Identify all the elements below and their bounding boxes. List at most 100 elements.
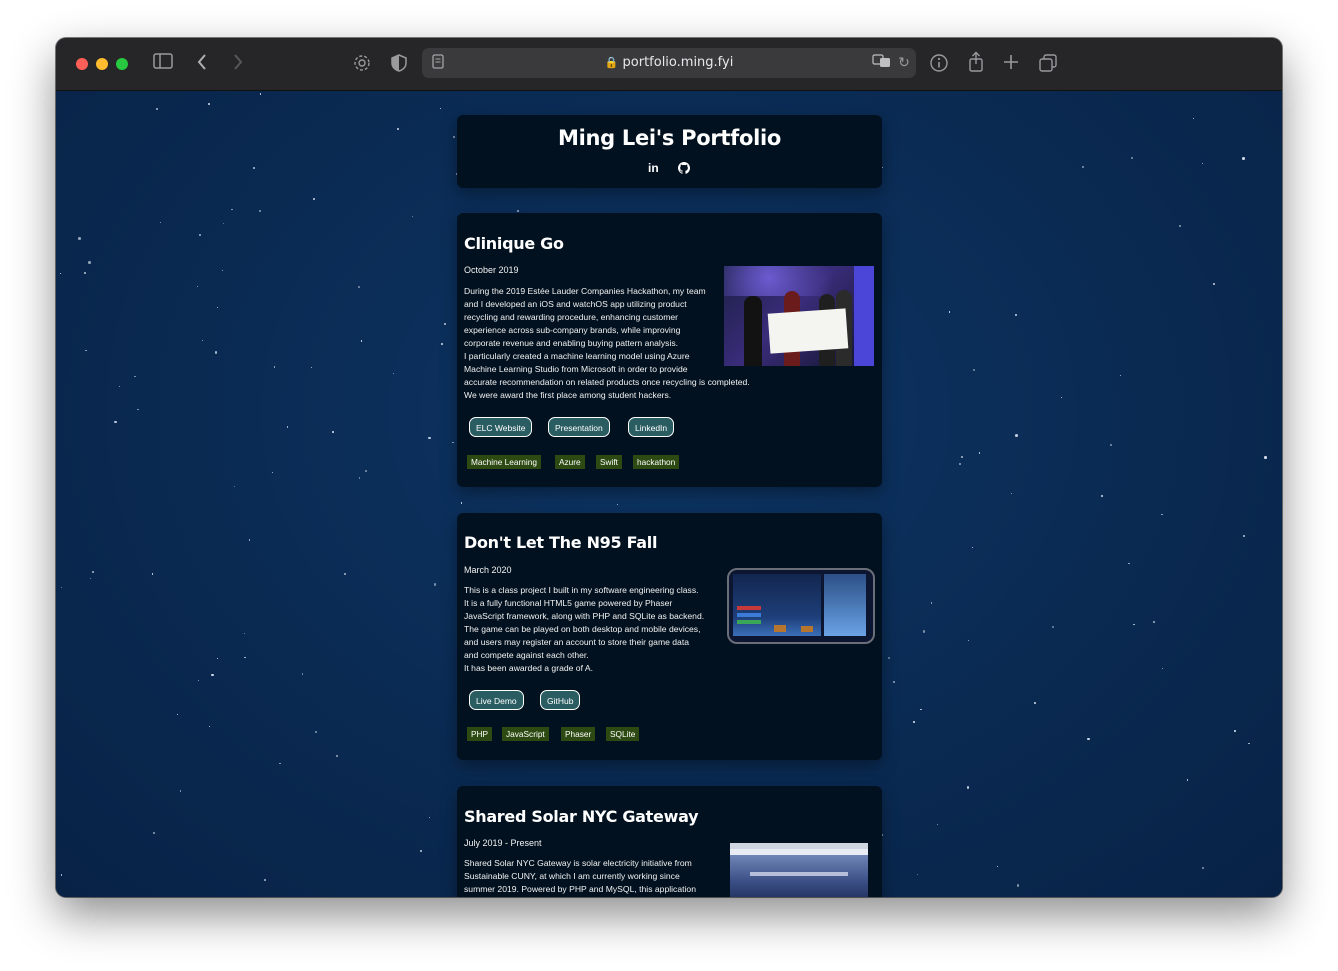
star (253, 166, 255, 169)
star (358, 285, 361, 288)
star (179, 790, 182, 792)
star (1100, 495, 1103, 497)
star (440, 108, 442, 110)
tabs-icon[interactable] (1036, 53, 1060, 78)
reload-icon[interactable]: ↻ (892, 53, 916, 73)
star (1201, 162, 1203, 164)
star (972, 547, 974, 549)
portfolio-header: Ming Lei's Portfolio in (457, 115, 882, 188)
browser-window: 🔒 portfolio.ming.fyi ↻ Ming Lei's Portfo… (56, 38, 1282, 897)
star (343, 573, 346, 576)
star (1213, 283, 1216, 285)
info-icon[interactable] (927, 53, 951, 78)
star (1179, 225, 1181, 227)
star (279, 762, 281, 764)
star (1087, 737, 1090, 741)
star (1264, 456, 1267, 459)
star (244, 632, 246, 634)
star (967, 640, 969, 642)
new-tab-icon[interactable] (999, 53, 1023, 76)
url-display[interactable]: 🔒 portfolio.ming.fyi (422, 55, 916, 70)
star (176, 714, 179, 716)
star (273, 366, 275, 368)
star (358, 477, 360, 479)
url-text: portfolio.ming.fyi (622, 55, 734, 70)
project-card-shared-solar: Shared Solar NYC Gateway July 2019 - Pre… (457, 786, 882, 897)
star (1234, 729, 1237, 732)
forward-icon[interactable] (226, 52, 250, 77)
settings-icon[interactable] (350, 53, 374, 78)
star (248, 539, 250, 541)
linkedin-button[interactable]: LinkedIn (628, 417, 675, 437)
star (1201, 866, 1204, 869)
star (973, 369, 975, 372)
star (392, 373, 395, 375)
star (137, 409, 139, 411)
star (930, 602, 932, 604)
star (360, 340, 363, 343)
minimize-window-button[interactable] (96, 58, 108, 70)
star (1133, 623, 1135, 626)
star (920, 708, 922, 710)
star (1192, 117, 1194, 120)
star (207, 103, 210, 105)
star (331, 431, 334, 434)
github-button[interactable]: GitHub (540, 690, 581, 710)
address-bar[interactable]: 🔒 portfolio.ming.fyi ↻ (422, 48, 916, 78)
star (365, 470, 368, 473)
star (1015, 434, 1018, 437)
project-card-clinique-go: Clinique Go October 2019 During the 2019… (457, 213, 882, 487)
star (1242, 534, 1246, 538)
star (214, 351, 218, 354)
star (1109, 443, 1112, 446)
star (1242, 157, 1245, 160)
project-image-hackathon-photo (724, 266, 874, 366)
shield-icon[interactable] (387, 53, 411, 78)
star (60, 272, 62, 275)
zoom-window-button[interactable] (116, 58, 128, 70)
star (916, 874, 919, 876)
star (91, 571, 94, 574)
star (892, 680, 895, 683)
close-window-button[interactable] (76, 58, 88, 70)
tag-hackathon: hackathon (633, 455, 680, 469)
star (1161, 513, 1163, 515)
project-date: March 2020 (464, 565, 512, 575)
star (202, 339, 204, 341)
star (151, 573, 153, 575)
star (222, 222, 224, 224)
star (231, 208, 234, 211)
sidebar-icon[interactable] (151, 53, 175, 74)
star (216, 307, 218, 309)
star (310, 367, 312, 369)
presentation-button[interactable]: Presentation (548, 417, 610, 437)
star (428, 436, 431, 440)
star (84, 272, 87, 275)
star (336, 755, 338, 757)
web-page: Ming Lei's Portfolio in Clinique Go Octo… (56, 91, 1282, 897)
star (114, 420, 117, 424)
github-icon[interactable] (678, 162, 691, 177)
star (1161, 667, 1163, 669)
star (1081, 166, 1084, 168)
star (88, 261, 91, 264)
project-date: October 2019 (464, 265, 519, 275)
translate-icon[interactable] (870, 54, 894, 74)
elc-website-button[interactable]: ELC Website (469, 417, 533, 437)
star (428, 817, 430, 819)
star (315, 730, 317, 733)
share-icon[interactable] (964, 51, 988, 78)
star (452, 441, 454, 443)
back-icon[interactable] (190, 52, 214, 77)
star (1128, 562, 1131, 565)
page-title: Ming Lei's Portfolio (557, 126, 782, 150)
star (1130, 157, 1133, 160)
star (441, 342, 444, 345)
live-demo-button[interactable]: Live Demo (469, 690, 524, 710)
star (286, 426, 288, 428)
linkedin-icon[interactable]: in (648, 161, 659, 175)
star (517, 209, 520, 212)
star (1060, 396, 1062, 398)
star (412, 215, 414, 217)
star (271, 471, 274, 474)
